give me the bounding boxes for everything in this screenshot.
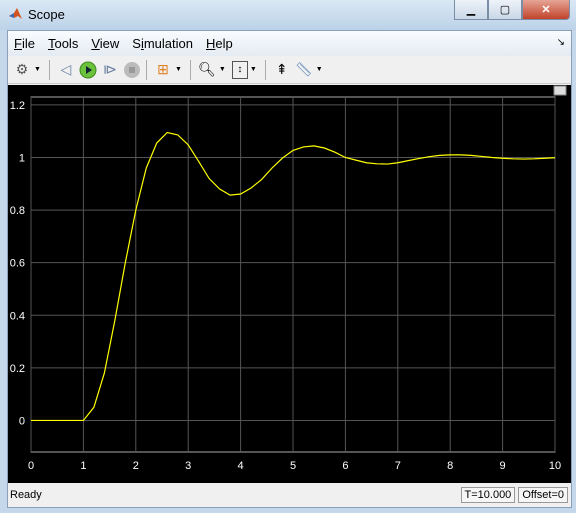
menu-tools[interactable]: Tools	[48, 36, 78, 51]
close-button[interactable]: ✕	[522, 0, 570, 20]
chevron-down-icon[interactable]: ▼	[219, 66, 226, 73]
x-tick-label: 0	[28, 460, 34, 472]
toolbar: ⚙ ▼ ◁ ⧐ ⊞ ▼ 🔍︎ ▼ ↕ ▼ ⇞ 📏︎ ▼	[8, 56, 571, 84]
scope-window: File Tools View Simulation Help ↘ ⚙ ▼ ◁ ⧐…	[7, 30, 572, 508]
maximize-button[interactable]: ▢	[488, 0, 522, 20]
scope-display[interactable]: 0 1 2 3 4 5 6 7 8 9 10 0 0.2 0.4 0.6 0.8 1 1.2	[8, 85, 571, 483]
matlab-logo-icon	[9, 8, 22, 19]
menu-file[interactable]: File	[14, 36, 35, 51]
menu-view[interactable]: View	[91, 36, 119, 51]
x-tick-label: 4	[238, 460, 244, 472]
x-tick-label: 1	[80, 460, 86, 472]
divider	[145, 59, 147, 80]
maximize-icon: ▢	[499, 4, 511, 16]
step-forward-icon[interactable]: ⧐	[100, 60, 120, 80]
dock-arrow-icon[interactable]: ↘	[557, 37, 565, 48]
y-tick-label: 1	[19, 152, 25, 164]
minimize-button[interactable]: ▁	[454, 0, 488, 20]
stop-icon[interactable]	[122, 60, 142, 80]
signal-selector-icon[interactable]: ⇞	[272, 60, 292, 80]
scope-plot: 0 1 2 3 4 5 6 7 8 9 10 0 0.2 0.4 0.6 0.8 1 1.2	[10, 85, 567, 472]
x-tick-label: 2	[133, 460, 139, 472]
zoom-in-icon[interactable]: 🔍︎	[197, 60, 217, 80]
x-tick-label: 7	[395, 460, 401, 472]
x-tick-label: 3	[185, 460, 191, 472]
y-tick-label: 0.8	[10, 205, 25, 217]
gear-icon[interactable]: ⚙	[12, 60, 32, 80]
chevron-down-icon[interactable]: ▼	[250, 66, 257, 73]
step-back-icon[interactable]: ◁	[56, 60, 76, 80]
legend-toggle-icon	[553, 85, 567, 96]
x-tick-label: 9	[500, 460, 506, 472]
window-title: Scope	[28, 7, 65, 22]
run-icon[interactable]	[78, 60, 98, 80]
scale-axes-icon[interactable]: ↕	[231, 60, 248, 79]
y-tick-label: 1.2	[10, 100, 25, 112]
menu-help[interactable]: Help	[206, 36, 233, 51]
y-tick-label: 0	[19, 415, 25, 427]
status-bar: Ready T=10.000 Offset=0	[8, 484, 571, 506]
chevron-down-icon[interactable]: ▼	[316, 66, 323, 73]
y-tick-label: 0.6	[10, 258, 25, 270]
status-time: T=10.000	[460, 487, 516, 503]
y-tick-label: 0.4	[10, 310, 25, 322]
x-tick-label: 6	[342, 460, 348, 472]
title-bar: Scope ▁ ▢ ✕	[0, 0, 576, 30]
divider	[189, 59, 191, 80]
status-ready: Ready	[10, 489, 42, 501]
measurements-ruler-icon[interactable]: 📏︎	[294, 60, 314, 80]
chevron-down-icon[interactable]: ▼	[34, 66, 41, 73]
close-icon: ✕	[541, 4, 551, 16]
divider	[48, 59, 50, 80]
chevron-down-icon[interactable]: ▼	[175, 66, 182, 73]
divider	[264, 59, 266, 80]
x-tick-label: 5	[290, 460, 296, 472]
highlight-block-icon[interactable]: ⊞	[153, 60, 173, 80]
menu-simulation[interactable]: Simulation	[132, 36, 193, 51]
y-tick-label: 0.2	[10, 363, 25, 375]
x-tick-label: 8	[447, 460, 453, 472]
status-offset: Offset=0	[518, 487, 568, 503]
menu-bar: File Tools View Simulation Help ↘	[8, 31, 571, 56]
x-tick-label: 10	[549, 460, 561, 472]
minimize-icon: ▁	[466, 4, 476, 16]
